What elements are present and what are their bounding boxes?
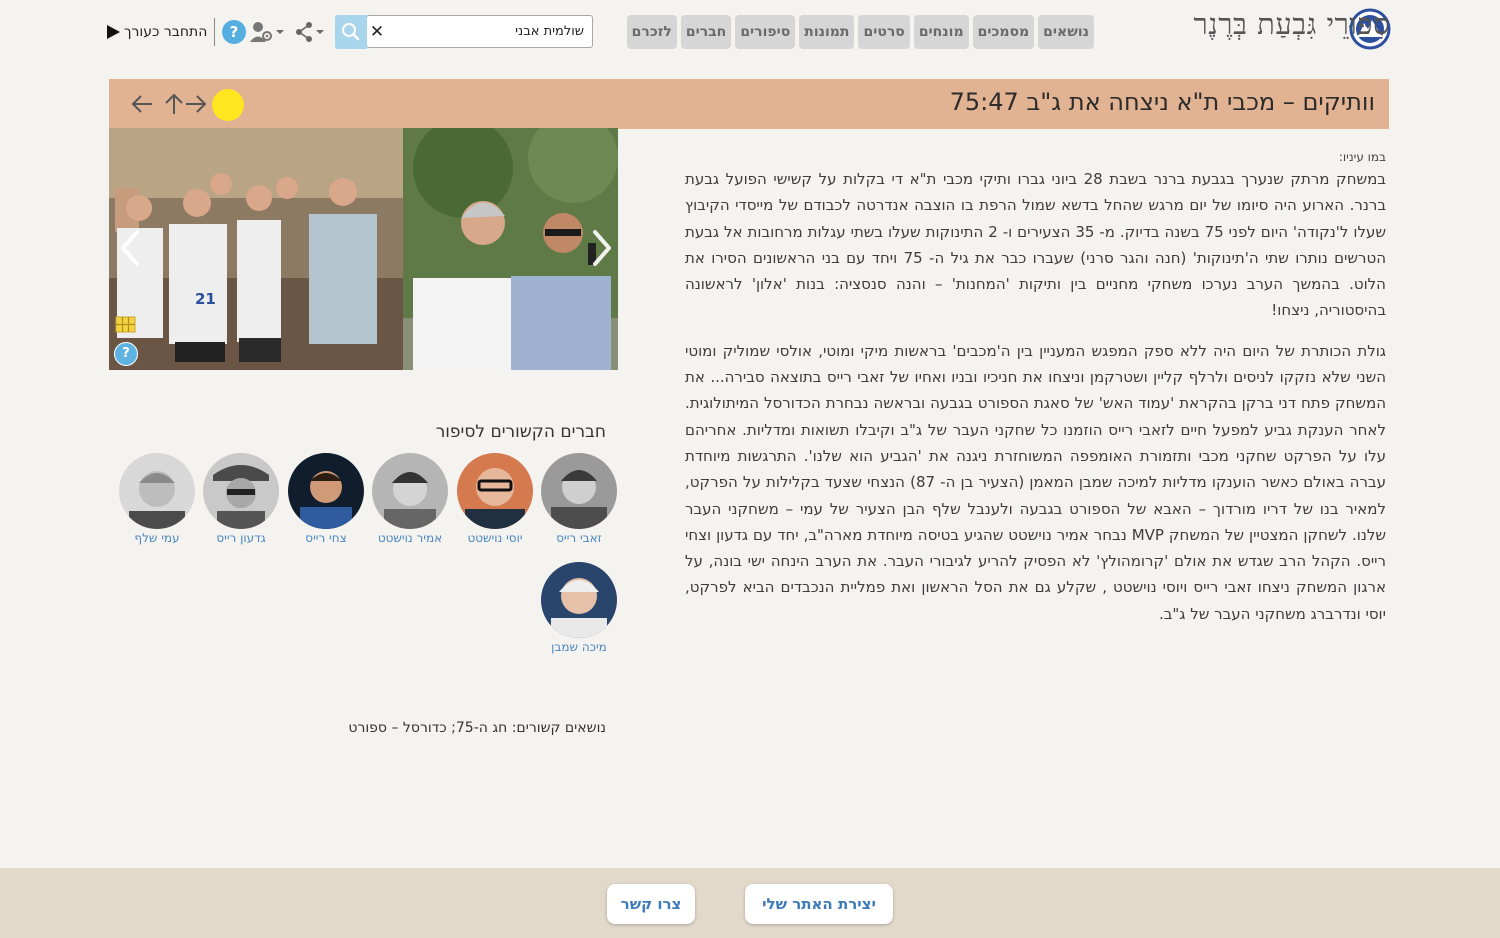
arrow-right-icon[interactable] bbox=[183, 91, 209, 117]
nav-tab-stories[interactable]: סיפורים bbox=[735, 15, 796, 49]
nav-tab-memorial[interactable]: לזכרם bbox=[626, 15, 677, 49]
chevron-right-icon[interactable] bbox=[589, 228, 615, 268]
avatar bbox=[203, 453, 279, 529]
nav-tab-documents[interactable]: מסמכים bbox=[972, 15, 1035, 49]
member-name[interactable]: צחי רייס bbox=[278, 531, 374, 545]
help-icon[interactable]: ? bbox=[222, 20, 246, 44]
create-site-button[interactable]: יצירת האתר שלי bbox=[745, 884, 893, 924]
member-name[interactable]: עמי שלף bbox=[109, 531, 205, 545]
member-name[interactable]: מיכה שמבן bbox=[531, 640, 627, 654]
search-clear-icon[interactable]: ✕ bbox=[368, 19, 386, 45]
member-card[interactable]: יוסי נוישטט bbox=[447, 453, 543, 545]
story-paragraph: גולת הכותרת של היום היה ללא ספק המפגש המ… bbox=[685, 341, 1387, 623]
related-members-heading: חברים הקשורים לסיפור bbox=[435, 422, 606, 442]
search-icon bbox=[342, 23, 360, 41]
avatar bbox=[119, 453, 195, 529]
avatar bbox=[541, 453, 617, 529]
divider bbox=[214, 18, 215, 46]
photo-gallery: 21 ? bbox=[109, 128, 618, 370]
avatar bbox=[288, 453, 364, 529]
login-link[interactable]: התחבר כעורך bbox=[107, 21, 207, 43]
story-body: במו עיניו: במשחק מרתק שנערך בגבעת ברנר ב… bbox=[685, 150, 1386, 627]
nav-tab-terms[interactable]: מונחים bbox=[913, 15, 969, 49]
user-settings-menu[interactable] bbox=[249, 20, 285, 44]
avatar bbox=[457, 453, 533, 529]
main-nav: לזכרם חברים סיפורים תמונות סרטים מונחים … bbox=[626, 15, 1094, 49]
arrow-left-icon[interactable] bbox=[129, 91, 155, 117]
svg-text:21: 21 bbox=[195, 290, 216, 308]
member-name[interactable]: יוסי נוישטט bbox=[447, 531, 543, 545]
story-title: וותיקים – מכבי ת"א ניצחה את ג"ב 75:47 bbox=[949, 88, 1375, 116]
avatar bbox=[372, 453, 448, 529]
member-card[interactable]: זאבי רייס bbox=[531, 453, 627, 545]
member-card[interactable]: גדעון רייס bbox=[193, 453, 289, 545]
arrow-up-icon[interactable] bbox=[163, 91, 185, 117]
login-label: התחבר כעורך bbox=[124, 24, 208, 40]
play-icon bbox=[107, 25, 120, 39]
cursor-highlight bbox=[212, 89, 244, 121]
story-paragraph: במשחק מרתק שנערך בגבעת ברנר בשבת 28 ביונ… bbox=[685, 170, 1387, 320]
story-byline: במו עיניו: bbox=[1338, 150, 1386, 164]
share-icon bbox=[296, 22, 324, 42]
site-title[interactable]: סִפּוּרֵי גִּבְעַת בְּרֶנֶר bbox=[1194, 7, 1390, 42]
nav-tab-videos[interactable]: סרטים bbox=[858, 15, 910, 49]
user-settings-icon bbox=[250, 22, 284, 42]
member-card[interactable]: אמיר נוישטט bbox=[362, 453, 458, 545]
gallery-photo-guests[interactable] bbox=[403, 128, 618, 370]
search-button[interactable] bbox=[335, 15, 367, 49]
search-input[interactable] bbox=[366, 15, 593, 48]
nav-tab-topics[interactable]: נושאים bbox=[1038, 15, 1094, 49]
contact-button[interactable]: צרו קשר bbox=[607, 884, 695, 924]
grid-icon[interactable] bbox=[115, 316, 136, 333]
avatar bbox=[541, 562, 617, 638]
chevron-left-icon[interactable] bbox=[117, 228, 143, 268]
share-menu[interactable] bbox=[295, 20, 325, 44]
related-topics[interactable]: נושאים קשורים: חג ה-75; כדורסל – ספורט bbox=[348, 720, 606, 736]
member-name[interactable]: אמיר נוישטט bbox=[362, 531, 458, 545]
nav-tab-photos[interactable]: תמונות bbox=[799, 15, 855, 49]
story-header-bar: וותיקים – מכבי ת"א ניצחה את ג"ב 75:47 bbox=[109, 79, 1389, 129]
gallery-photo-team[interactable]: 21 bbox=[109, 128, 403, 370]
member-name[interactable]: גדעון רייס bbox=[193, 531, 289, 545]
member-card[interactable]: מיכה שמבן bbox=[531, 562, 627, 654]
member-card[interactable]: עמי שלף bbox=[109, 453, 205, 545]
footer: יצירת האתר שלי צרו קשר bbox=[0, 868, 1500, 938]
member-name[interactable]: זאבי רייס bbox=[531, 531, 627, 545]
member-card[interactable]: צחי רייס bbox=[278, 453, 374, 545]
nav-tab-members[interactable]: חברים bbox=[680, 15, 732, 49]
help-icon[interactable]: ? bbox=[114, 342, 138, 366]
